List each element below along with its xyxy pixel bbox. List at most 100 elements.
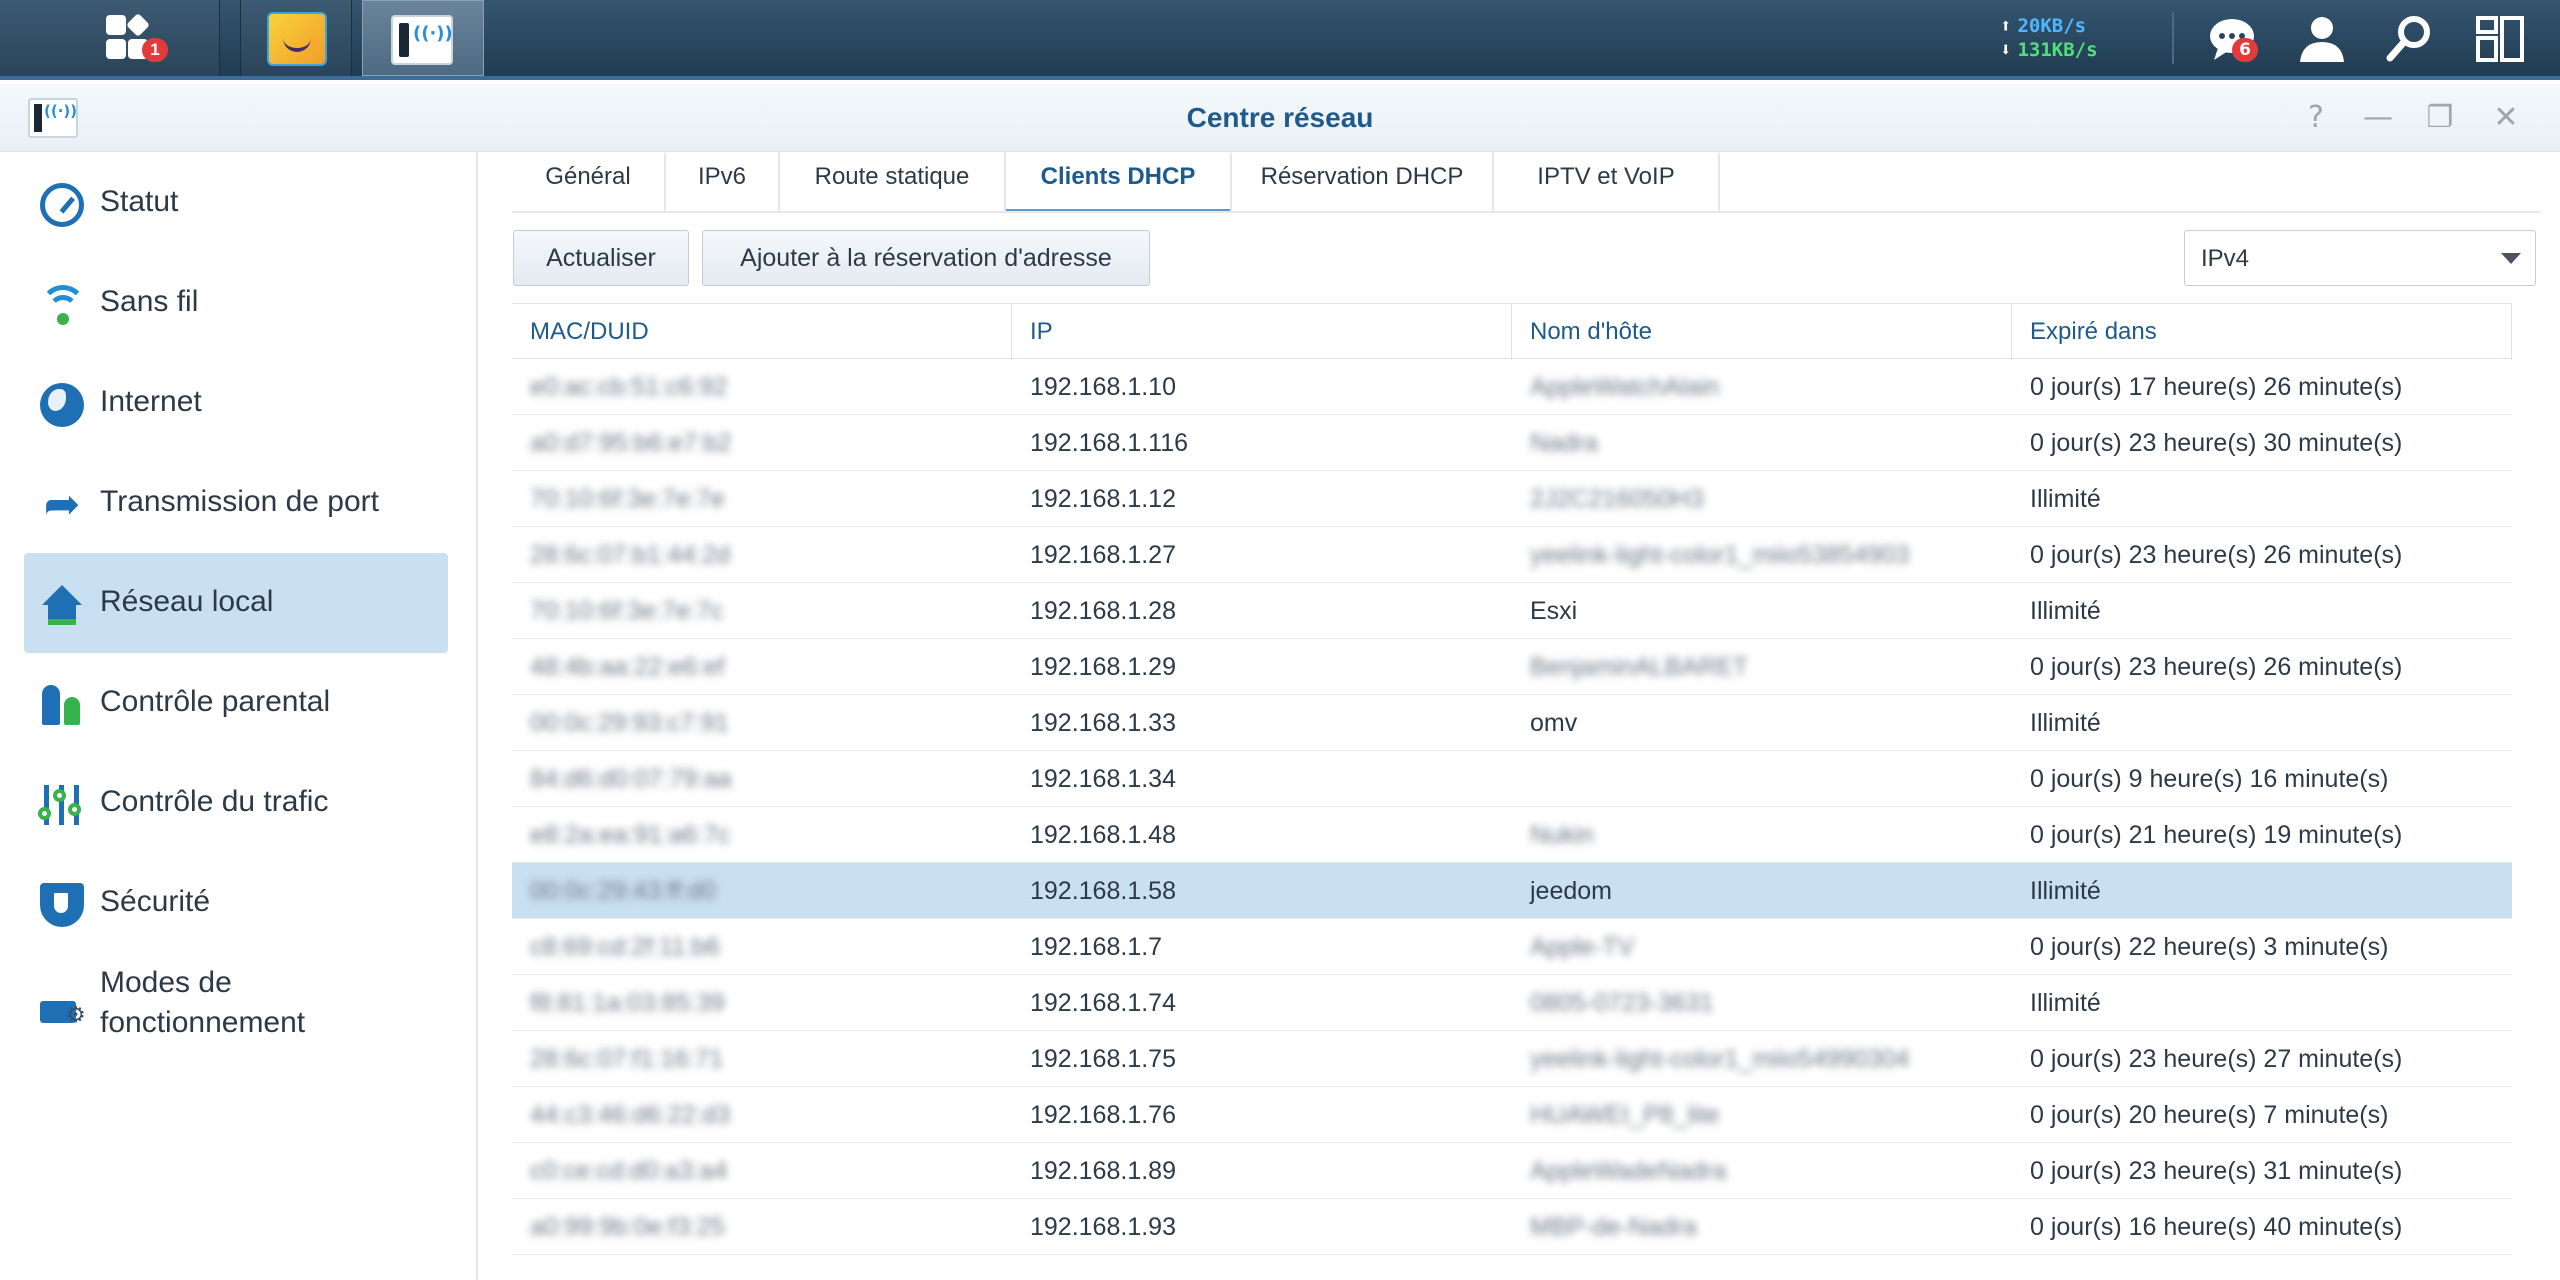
cell-ip: 192.168.1.93 (1030, 1213, 1176, 1241)
search-button[interactable] (2384, 14, 2436, 64)
cell-mac: c8:69:cd:2f:11:b6 (530, 933, 720, 961)
table-row[interactable]: e8:2a:ea:91:a6:7c 192.168.1.48 Nukin 0 jour… (512, 807, 2512, 863)
cell-expires: 0 jour(s) 23 heure(s) 30 minute(s) (2030, 429, 2403, 457)
table-header: MAC/DUID IP Nom d'hôte Expiré dans (512, 303, 2512, 360)
network-center-app-icon (391, 15, 453, 65)
column-header-hostname[interactable]: Nom d'hôte (1512, 304, 2012, 360)
table-row[interactable]: 70:10:6f:3e:7e:7e 192.168.1.12 2J2C216050H… (512, 471, 2512, 527)
tab-iptv-et-voip[interactable]: IPTV et VoIP (1494, 153, 1720, 213)
cell-ip: 192.168.1.76 (1030, 1101, 1176, 1129)
table-row[interactable]: f8:81:1a:03:85:39 192.168.1.74 0805-0723-3… (512, 975, 2512, 1031)
messages-badge: 6 (2232, 38, 2258, 62)
user-button[interactable] (2296, 14, 2348, 64)
column-header-ip[interactable]: IP (1012, 304, 1512, 360)
cell-expires: Illimité (2030, 989, 2101, 1017)
search-icon (2386, 16, 2430, 62)
messages-button[interactable]: 6 (2208, 14, 2260, 64)
tab-reservation-dhcp[interactable]: Réservation DHCP (1232, 153, 1494, 213)
cell-expires: Illimité (2030, 877, 2101, 905)
cell-expires: 0 jour(s) 20 heure(s) 7 minute(s) (2030, 1101, 2389, 1129)
tab-general[interactable]: Général (512, 153, 666, 213)
package-app-button[interactable] (240, 0, 352, 76)
column-header-mac[interactable]: MAC/DUID (512, 304, 1012, 360)
cell-expires: 0 jour(s) 22 heure(s) 3 minute(s) (2030, 933, 2389, 961)
ip-version-select[interactable]: IPv4 (2184, 230, 2536, 286)
cell-mac: f8:81:1a:03:85:39 (530, 989, 725, 1017)
table-row[interactable]: 70:10:6f:3e:7e:7c 192.168.1.28 Esxi Illimit… (512, 583, 2512, 639)
globe-icon (40, 383, 84, 427)
cell-mac: a0:99:9b:0e:f3:25 (530, 1213, 725, 1241)
minimize-button[interactable]: — (2358, 100, 2398, 136)
add-reservation-button[interactable]: Ajouter à la réservation d'adresse (702, 230, 1150, 286)
table-row[interactable]: a0:99:9b:0e:f3:25 192.168.1.93 MBP-de-Nadr… (512, 1199, 2512, 1255)
table-row[interactable]: e0:ac:cb:51:c6:92 192.168.1.10 AppleWatchA… (512, 359, 2512, 415)
tab-ipv6[interactable]: IPv6 (666, 153, 780, 213)
download-arrow-icon: ⬇ (2000, 39, 2012, 61)
cell-hostname: omv (1530, 709, 1578, 737)
cell-mac: 00:0c:29:43:ff:d0 (530, 877, 716, 905)
table-row[interactable]: c0:ce:cd:d0:a3:a4 192.168.1.89 AppleWadeNa… (512, 1143, 2512, 1199)
cell-ip: 192.168.1.28 (1030, 597, 1176, 625)
package-app-icon (267, 12, 327, 66)
table-row[interactable]: 84:d6:d0:07:79:aa 192.168.1.34 0 jour(s) 9… (512, 751, 2512, 807)
cell-mac: a0:d7:95:b6:e7:b2 (530, 429, 732, 457)
tab-clients-dhcp[interactable]: Clients DHCP (1006, 153, 1232, 213)
widgets-button[interactable] (2474, 14, 2526, 64)
tab-route-statique[interactable]: Route statique (780, 153, 1006, 213)
cell-mac: 48:4b:aa:22:e6:ef (530, 653, 725, 681)
sidebar-item-label: Statut (100, 185, 179, 218)
restore-button[interactable]: ❐ (2420, 100, 2460, 136)
cell-ip: 192.168.1.10 (1030, 373, 1176, 401)
sidebar-item-label: Sécurité (100, 885, 211, 918)
cell-hostname: BenjaminALBARET (1530, 653, 1749, 681)
cell-hostname: AppleWatchAlain (1530, 373, 1720, 401)
cell-hostname: AppleWadeNadra (1530, 1157, 1727, 1185)
table-row[interactable]: c8:69:cd:2f:11:b6 192.168.1.7 Apple-TV 0 jo… (512, 919, 2512, 975)
table-row[interactable]: 00:0c:29:93:c7:91 192.168.1.33 omv Illimité (512, 695, 2512, 751)
cell-mac: e8:2a:ea:91:a6:7c (530, 821, 731, 849)
window-title: Centre réseau (1186, 102, 1374, 133)
sidebar-item-label: Sans fil (100, 285, 199, 318)
cell-ip: 192.168.1.75 (1030, 1045, 1176, 1073)
cell-mac: 28:6c:07:b1:44:2d (530, 541, 731, 569)
wifi-icon (40, 283, 84, 327)
table-row[interactable]: 28:6c:07:f1:16:71 192.168.1.75 yeelink-lig… (512, 1031, 2512, 1087)
cell-mac: c0:ce:cd:d0:a3:a4 (530, 1157, 728, 1185)
sidebar-item-sans-fil[interactable]: Sans fil (24, 253, 448, 353)
cell-expires: 0 jour(s) 23 heure(s) 31 minute(s) (2030, 1157, 2403, 1185)
cell-ip: 192.168.1.7 (1030, 933, 1163, 961)
table-row[interactable]: 00:0c:29:43:ff:d0 192.168.1.58 jeedom Illim… (512, 863, 2512, 919)
sidebar-item-label: Contrôle parental (100, 685, 331, 718)
cell-ip: 192.168.1.33 (1030, 709, 1176, 737)
cell-expires: 0 jour(s) 16 heure(s) 40 minute(s) (2030, 1213, 2403, 1241)
sidebar-item-controle-du-trafic[interactable]: Contrôle du trafic (24, 753, 448, 853)
sliders-icon (38, 783, 84, 827)
close-button[interactable]: ✕ (2486, 100, 2526, 136)
sidebar-item-controle-parental[interactable]: Contrôle parental (24, 653, 448, 753)
cell-expires: 0 jour(s) 23 heure(s) 26 minute(s) (2030, 653, 2403, 681)
sidebar-item-transmission-de-port[interactable]: ➦ Transmission de port (24, 453, 448, 553)
tab-divider (512, 211, 2540, 213)
cell-ip: 192.168.1.116 (1030, 429, 1189, 457)
main-menu-button[interactable]: 1 (0, 0, 220, 76)
network-center-app-button[interactable] (362, 0, 484, 76)
table-row[interactable]: 48:4b:aa:22:e6:ef 192.168.1.29 BenjaminALB… (512, 639, 2512, 695)
sidebar-item-modes-de-fonctionnement[interactable]: Modes defonctionnement (24, 953, 448, 1053)
column-header-expires[interactable]: Expiré dans (2012, 304, 2512, 360)
sidebar-item-securite[interactable]: Sécurité (24, 853, 448, 953)
sidebar-item-reseau-local[interactable]: Réseau local (24, 553, 448, 653)
sidebar-item-internet[interactable]: Internet (24, 353, 448, 453)
cell-hostname: MBP-de-Nadra (1530, 1213, 1697, 1241)
table-row[interactable]: 44:c3:46:d6:22:d3 192.168.1.76 HUAWEI_P8_l… (512, 1087, 2512, 1143)
sidebar-item-statut[interactable]: Statut (24, 153, 448, 253)
cell-ip: 192.168.1.89 (1030, 1157, 1176, 1185)
help-button[interactable]: ? (2296, 100, 2336, 136)
table-row[interactable]: 28:6c:07:b1:44:2d 192.168.1.27 yeelink-lig… (512, 527, 2512, 583)
refresh-button[interactable]: Actualiser (513, 230, 689, 286)
table-row[interactable]: a0:d7:95:b6:e7:b2 192.168.1.116 Nadra 0 jou… (512, 415, 2512, 471)
window-title-bar[interactable]: Centre réseau ? — ❐ ✕ (0, 84, 2560, 152)
network-speed-meter[interactable]: ⬆ 20KB/s ⬇ 131KB/s (2000, 14, 2150, 62)
sidebar-item-label: Contrôle du trafic (100, 785, 329, 818)
cell-ip: 192.168.1.48 (1030, 821, 1176, 849)
cell-mac: 70:10:6f:3e:7e:7e (530, 485, 725, 513)
